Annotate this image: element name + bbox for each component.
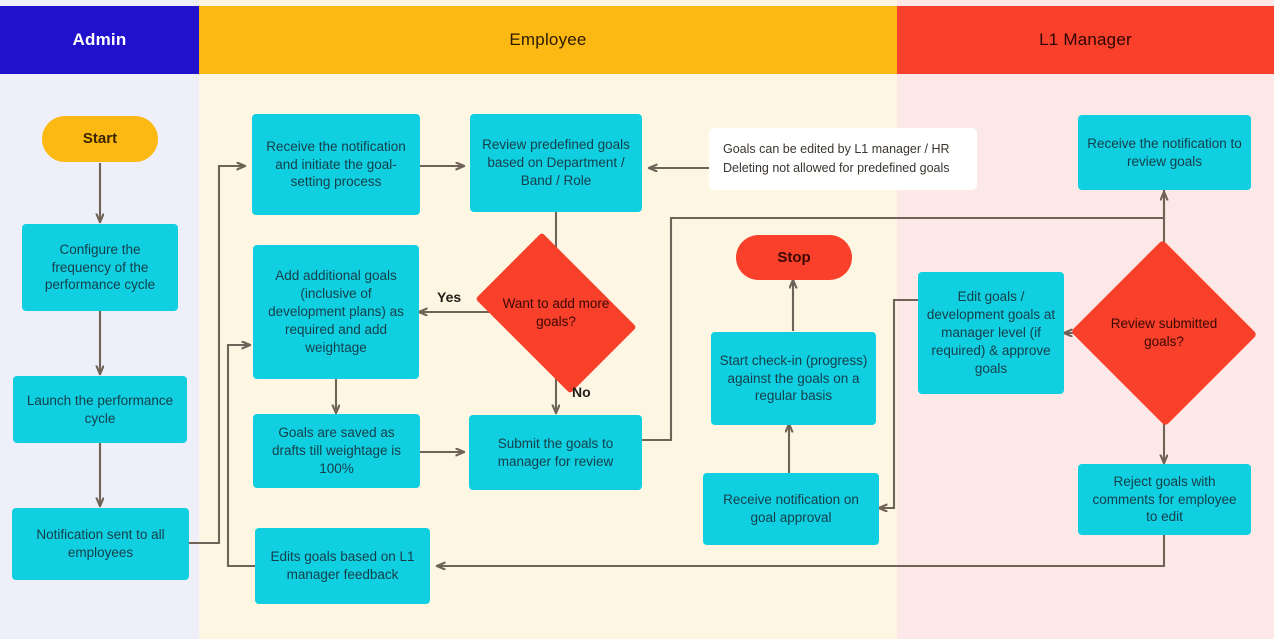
node-receive-goal-approval-label: Receive notification on goal approval (723, 492, 859, 525)
lane-header-admin-label: Admin (72, 30, 127, 49)
node-start-checkin[interactable]: Start check-in (progress) against the go… (711, 332, 876, 425)
node-review-predefined-goals[interactable]: Review predefined goals based on Departm… (470, 114, 642, 212)
node-stop-label: Stop (777, 248, 811, 266)
node-notification-sent[interactable]: Notification sent to all employees (12, 508, 189, 580)
node-configure-frequency-label: Configure the frequency of the performan… (44, 241, 156, 293)
node-review-predefined-goals-label: Review predefined goals based on Departm… (482, 137, 630, 188)
lane-header-manager: L1 Manager (897, 6, 1274, 74)
node-start-label: Start (82, 130, 118, 148)
node-receive-goal-approval[interactable]: Receive notification on goal approval (703, 473, 879, 545)
node-add-additional-goals[interactable]: Add additional goals (inclusive of devel… (253, 245, 419, 379)
node-configure-frequency[interactable]: Configure the frequency of the performan… (22, 224, 178, 311)
node-mgr-edit-approve-goals[interactable]: Edit goals / development goals at manage… (918, 272, 1064, 394)
decision-want-more-goals-label: Want to add more goals? (502, 296, 610, 329)
lane-header-employee: Employee (199, 6, 897, 74)
decision-review-submitted-goals[interactable]: Review submitted goals? (1070, 239, 1258, 427)
decision-want-more-goals[interactable]: Want to add more goals? (475, 232, 637, 394)
node-mgr-receive-notification[interactable]: Receive the notification to review goals (1078, 115, 1251, 190)
lane-header-manager-label: L1 Manager (1039, 30, 1132, 49)
edge-label-yes-text: Yes (437, 289, 462, 305)
lane-header-employee-label: Employee (509, 30, 587, 49)
node-receive-notification-initiate[interactable]: Receive the notification and initiate th… (252, 114, 420, 215)
node-mgr-reject-goals-label: Reject goals with comments for employee … (1092, 473, 1237, 525)
note-goal-edit-rules: Goals can be edited by L1 manager / HR D… (709, 128, 977, 190)
node-goals-saved-drafts[interactable]: Goals are saved as drafts till weightage… (253, 414, 420, 488)
node-stop[interactable]: Stop (736, 235, 852, 280)
node-launch-cycle-label: Launch the performance cycle (26, 392, 174, 426)
edge-label-no: No (572, 384, 591, 400)
node-mgr-edit-approve-goals-label: Edit goals / development goals at manage… (926, 289, 1056, 376)
lane-header-admin: Admin (0, 6, 199, 74)
node-edits-goals-feedback-label: Edits goals based on L1 manager feedback (270, 549, 415, 582)
node-notification-sent-label: Notification sent to all employees (36, 527, 165, 560)
flowchart-canvas: Admin Employee L1 Manager Start Configur… (0, 0, 1274, 639)
node-submit-goals-label: Submit the goals to manager for review (497, 435, 614, 469)
node-add-additional-goals-label: Add additional goals (inclusive of devel… (268, 268, 404, 355)
node-launch-cycle[interactable]: Launch the performance cycle (13, 376, 187, 443)
edge-label-yes: Yes (437, 289, 461, 305)
node-mgr-reject-goals[interactable]: Reject goals with comments for employee … (1078, 464, 1251, 535)
node-goals-saved-drafts-label: Goals are saved as drafts till weightage… (271, 425, 402, 476)
node-start-checkin-label: Start check-in (progress) against the go… (719, 352, 868, 404)
edge-label-no-text: No (572, 384, 591, 400)
node-edits-goals-feedback[interactable]: Edits goals based on L1 manager feedback (255, 528, 430, 604)
node-submit-goals[interactable]: Submit the goals to manager for review (469, 415, 642, 490)
node-mgr-receive-notification-label: Receive the notification to review goals (1087, 135, 1242, 169)
decision-review-submitted-goals-label: Review submitted goals? (1110, 316, 1218, 349)
note-line-1: Goals can be edited by L1 manager / HR (723, 141, 950, 156)
note-line-2: Deleting not allowed for predefined goal… (723, 161, 950, 175)
node-receive-notification-initiate-label: Receive the notification and initiate th… (266, 138, 406, 190)
node-start[interactable]: Start (42, 116, 158, 162)
